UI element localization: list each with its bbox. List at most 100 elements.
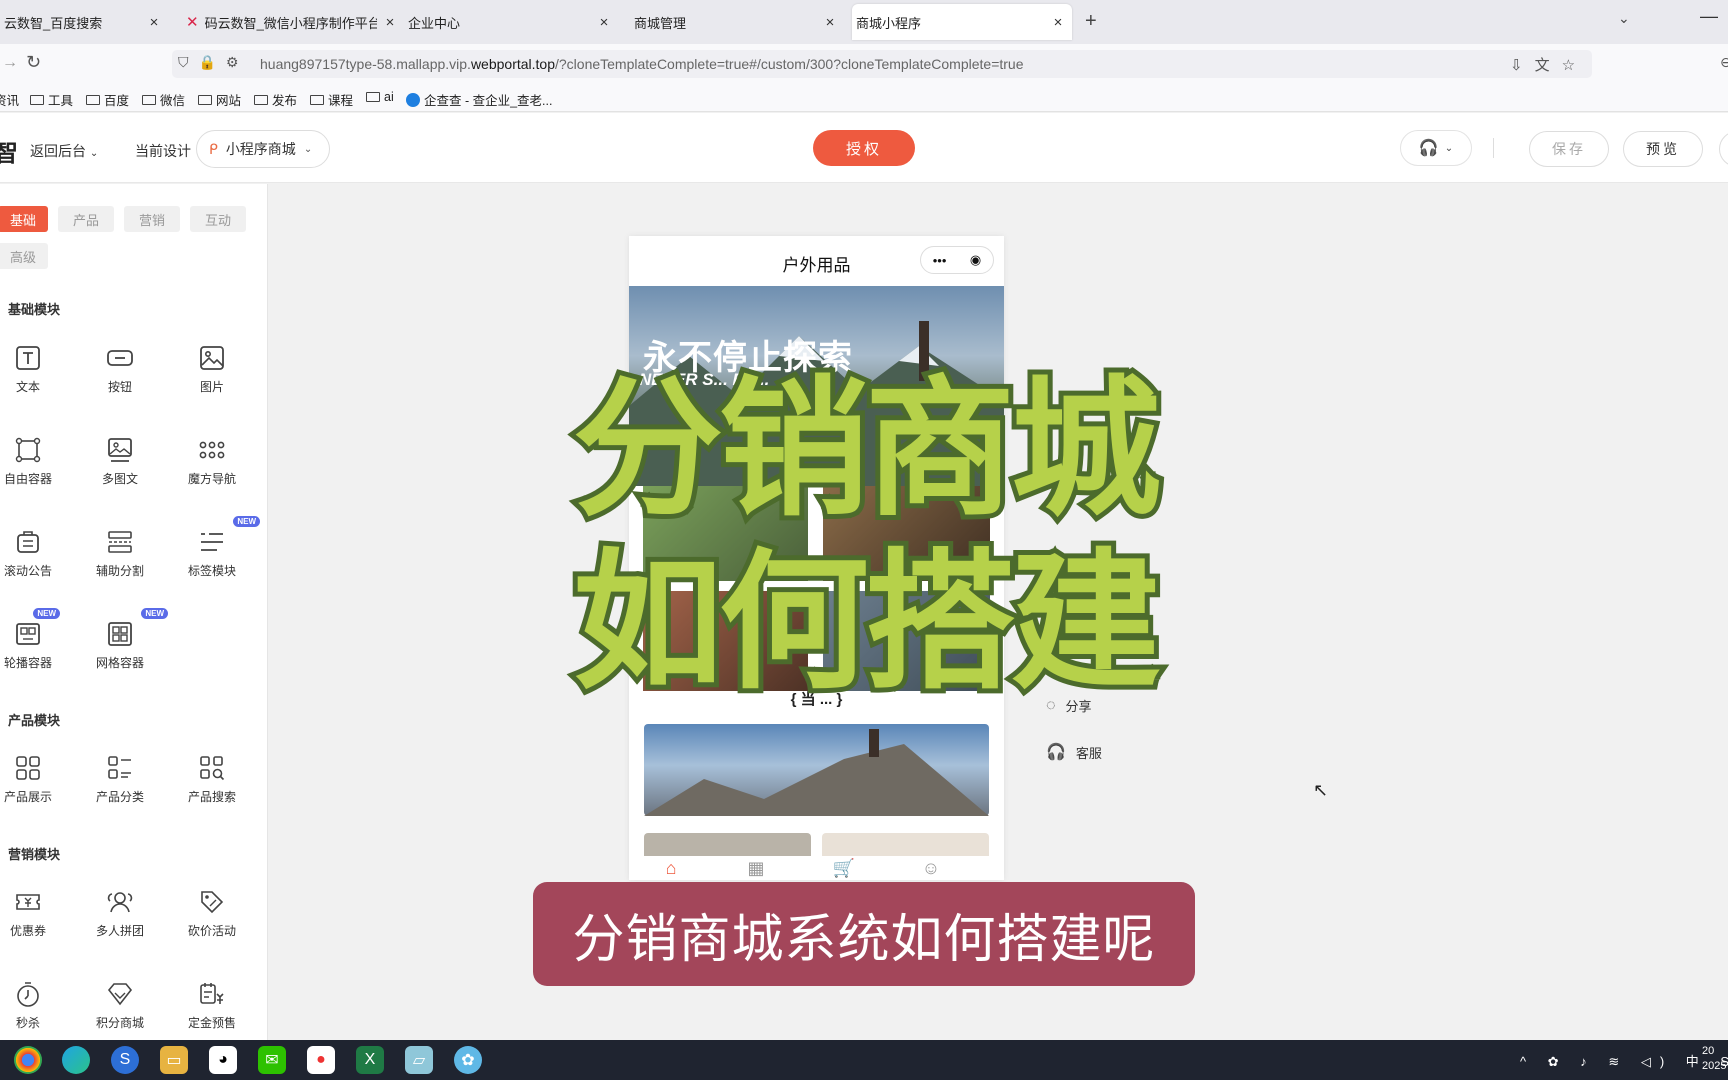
tab-close-icon[interactable]: × <box>596 14 612 31</box>
window-minimize-icon[interactable]: — <box>1700 6 1718 27</box>
close-circle-icon[interactable]: ◉ <box>970 252 981 268</box>
component-divider[interactable]: 辅助分割 <box>80 528 160 579</box>
url-prefix: huang897157type-58.mallapp.vip. <box>260 56 471 72</box>
bookmark-tools[interactable]: 工具 <box>30 90 73 109</box>
mountain-peak-illustration <box>644 729 989 816</box>
chrome-icon[interactable] <box>14 1046 42 1074</box>
tags-list-icon <box>201 533 223 551</box>
component-label: 自由容器 <box>3 472 52 486</box>
extension-icon[interactable]: ⊖ <box>1720 54 1728 71</box>
bookmark-publish[interactable]: 发布 <box>254 90 297 109</box>
url-suffix: /?cloneTemplateComplete=true#/custom/300… <box>555 56 1024 72</box>
link-icon: ᑭ <box>209 140 218 157</box>
browser-tab-mall-admin[interactable]: 商城管理 × <box>630 4 844 40</box>
component-deposit-presale[interactable]: 定金预售 <box>172 980 252 1031</box>
bookmark-baidu[interactable]: 百度 <box>86 90 129 109</box>
save-button[interactable]: 保存 <box>1529 131 1609 167</box>
component-image[interactable]: 图片 <box>172 344 252 395</box>
folder-icon <box>366 92 380 102</box>
tab-product[interactable]: 产品 <box>58 206 114 232</box>
component-free-container[interactable]: 自由容器 <box>0 436 68 487</box>
component-carousel[interactable]: 轮播容器 NEW <box>0 608 68 671</box>
miniapp-capsule[interactable]: ••• ◉ <box>920 246 994 274</box>
divider-icon <box>108 531 132 553</box>
browser-tab-baidu[interactable]: 云数智_百度搜索 × <box>0 4 168 40</box>
component-tags[interactable]: 标签模块 NEW <box>172 516 260 579</box>
address-actions-icons[interactable]: ⇩文☆ <box>1510 54 1587 75</box>
tab-basic[interactable]: 基础 <box>0 206 48 232</box>
divider <box>1493 138 1494 158</box>
folder-icon <box>30 94 44 105</box>
edge-icon[interactable] <box>62 1046 90 1074</box>
component-scroll-notice[interactable]: 滚动公告 <box>0 528 68 579</box>
component-multi-image-text[interactable]: 多图文 <box>80 436 160 487</box>
component-text[interactable]: 文本 <box>0 344 68 395</box>
component-label: 产品分类 <box>95 790 144 804</box>
site-info-icons[interactable]: ⛉🔒⚙ <box>178 54 248 71</box>
more-dots-icon[interactable]: ••• <box>933 253 947 268</box>
sogou-browser-icon[interactable]: S <box>111 1046 139 1074</box>
component-button[interactable]: 按钮 <box>80 344 160 395</box>
bookmark-ai[interactable]: ai <box>366 90 394 104</box>
bookmark-news[interactable]: 资讯 <box>0 90 19 109</box>
wide-image[interactable] <box>644 724 989 816</box>
clock[interactable]: 20 2025 <box>1702 1044 1726 1074</box>
category-grid-icon[interactable]: ▦ <box>741 858 771 879</box>
component-product-display[interactable]: 产品展示 <box>0 754 68 805</box>
system-tray[interactable]: ^ ✿ ♪ ≋ ◁) 中 S <box>1520 1051 1728 1070</box>
tab-advanced[interactable]: 高级 <box>0 243 48 269</box>
preview-button[interactable]: 预览 <box>1623 131 1703 167</box>
cart-icon[interactable]: 🛒 <box>829 858 859 879</box>
back-to-admin-link[interactable]: 返回后台 ⌄ <box>30 141 98 161</box>
group-users-icon <box>107 892 133 913</box>
component-product-search[interactable]: 产品搜索 <box>172 754 252 805</box>
diamond-icon <box>107 983 133 1006</box>
tab-close-icon[interactable]: × <box>382 14 398 31</box>
app-icon[interactable]: ✿ <box>454 1046 482 1074</box>
customer-service-item[interactable]: 🎧 客服 <box>1046 742 1102 762</box>
component-product-category[interactable]: 产品分类 <box>80 754 160 805</box>
component-flash-sale[interactable]: 秒杀 <box>0 980 68 1031</box>
component-group-buy[interactable]: 多人拼团 <box>80 888 160 939</box>
component-magic-nav[interactable]: 魔方导航 <box>172 436 252 487</box>
reload-icon[interactable]: ↻ <box>26 52 41 73</box>
bookmark-course[interactable]: 课程 <box>310 90 353 109</box>
bookmark-wechat[interactable]: 微信 <box>142 90 185 109</box>
tab-list-chevron-icon[interactable]: ⌄ <box>1618 10 1630 27</box>
tab-close-icon[interactable]: × <box>1050 14 1066 31</box>
wechat-icon[interactable]: ✉ <box>258 1046 286 1074</box>
folder-icon <box>254 94 268 105</box>
qq-icon[interactable]: ◕ <box>209 1046 237 1074</box>
excel-icon[interactable]: X <box>356 1046 384 1074</box>
url-text[interactable]: huang897157type-58.mallapp.vip.webportal… <box>260 56 1024 72</box>
more-button[interactable] <box>1719 131 1728 167</box>
component-coupon[interactable]: 优惠券 <box>0 888 68 939</box>
component-grid-container[interactable]: 网格容器 NEW <box>80 608 168 671</box>
browser-tab-mall-miniapp[interactable]: 商城小程序 × <box>852 4 1072 40</box>
home-icon[interactable]: ⌂ <box>656 858 686 879</box>
bookmark-qichacha[interactable]: 企查查 - 查企业_查老... <box>406 90 552 109</box>
authorize-button[interactable]: 授权 <box>813 130 915 166</box>
overlay-title-line-1: 分销商城 <box>568 363 1166 537</box>
tab-title: 企业中心 <box>408 15 461 31</box>
design-select[interactable]: ᑭ 小程序商城 ⌄ <box>196 130 330 168</box>
file-explorer-icon[interactable]: ▭ <box>160 1046 188 1074</box>
component-bargain[interactable]: 砍价活动 <box>172 888 252 939</box>
bookmark-website[interactable]: 网站 <box>198 90 241 109</box>
tab-interaction[interactable]: 互动 <box>190 206 246 232</box>
browser-tab-mayun[interactable]: ✕ 码云数智_微信小程序制作平台_ × <box>182 4 394 40</box>
forward-arrow-icon[interactable]: → <box>2 54 18 72</box>
component-label: 标签模块 <box>187 564 236 578</box>
address-bar: → ↻ ⛉🔒⚙ huang897157type-58.mallapp.vip.w… <box>0 44 1728 84</box>
customer-support-button[interactable]: 🎧 ⌄ <box>1400 130 1472 166</box>
notes-icon[interactable]: ▱ <box>405 1046 433 1074</box>
user-icon[interactable]: ☺ <box>916 858 946 879</box>
screen-recorder-icon[interactable]: ● <box>307 1046 335 1074</box>
tab-close-icon[interactable]: × <box>146 14 162 31</box>
tab-close-icon[interactable]: × <box>822 14 838 31</box>
browser-tab-enterprise[interactable]: 企业中心 × <box>404 4 618 40</box>
bookmark-label: 资讯 <box>0 94 20 108</box>
new-tab-button[interactable]: + <box>1085 10 1097 33</box>
tab-marketing[interactable]: 营销 <box>124 206 180 232</box>
component-points-mall[interactable]: 积分商城 <box>80 980 160 1031</box>
